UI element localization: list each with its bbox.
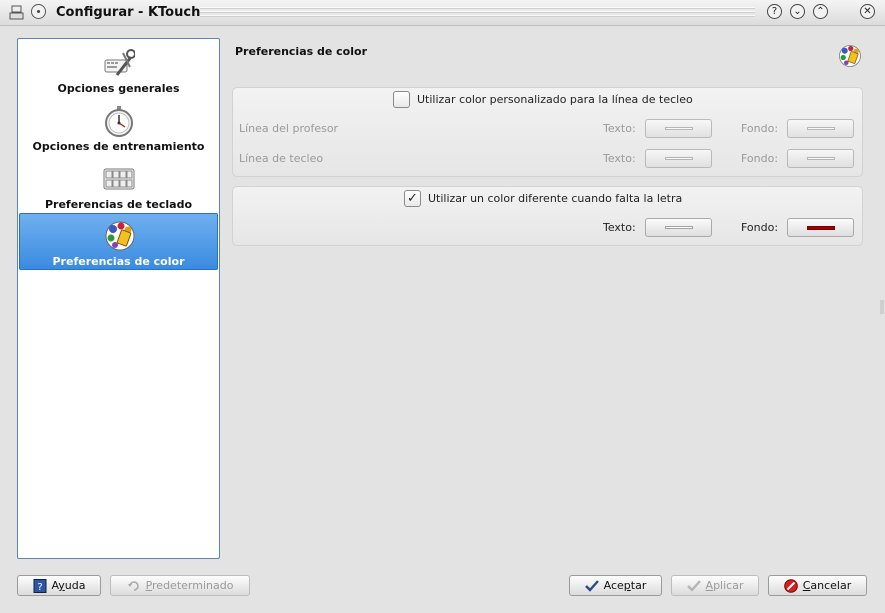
sidebar-item-keyboard-preferences[interactable]: Preferencias de teclado	[19, 157, 218, 213]
color-palette-icon	[104, 220, 136, 252]
color-palette-icon	[838, 44, 862, 68]
resize-handle[interactable]	[880, 300, 884, 314]
missing-letter-text-color-button[interactable]	[645, 218, 712, 237]
sidebar-item-label: Preferencias de color	[52, 255, 185, 268]
sidebar-item-color-preferences[interactable]: Preferencias de color	[19, 213, 218, 270]
reset-icon	[127, 579, 141, 593]
text-color-label: Texto:	[603, 221, 636, 234]
typing-text-color-button[interactable]	[645, 149, 712, 168]
accept-button-label: Aceptar	[603, 579, 647, 592]
text-color-label: Texto:	[603, 152, 636, 165]
teacher-line-label: Línea del profesor	[239, 122, 339, 135]
custom-color-checkbox[interactable]	[393, 91, 410, 108]
sidebar-item-general-options[interactable]: Opciones generales	[19, 41, 218, 97]
color-swatch	[665, 127, 693, 130]
typing-background-color-button[interactable]	[787, 149, 854, 168]
sidebar-item-label: Opciones generales	[57, 82, 180, 95]
sidebar-item-training-options[interactable]: Opciones de entrenamiento	[19, 99, 218, 155]
apply-button-label: Aplicar	[705, 579, 744, 592]
close-icon[interactable]: ✕	[860, 4, 875, 19]
accept-button[interactable]: Aceptar	[569, 575, 662, 596]
general-options-icon	[103, 47, 136, 79]
color-swatch	[807, 127, 835, 130]
title-bar[interactable]: Configurar - KTouch ? ⌄ ⌃ ✕	[0, 0, 885, 26]
color-swatch	[807, 226, 835, 230]
help-icon[interactable]: ?	[767, 4, 782, 19]
checkmark-icon	[584, 579, 599, 593]
background-color-label: Fondo:	[741, 122, 779, 135]
page-title: Preferencias de color	[235, 45, 367, 58]
custom-color-group: Utilizar color personalizado para la lín…	[232, 87, 863, 177]
stopwatch-icon	[103, 105, 135, 137]
keyboard-icon	[103, 163, 135, 195]
teacher-background-color-button[interactable]	[787, 119, 854, 138]
typing-line-label: Línea de tecleo	[239, 152, 324, 165]
missing-letter-checkbox[interactable]: ✓	[404, 190, 421, 207]
sidebar-item-label: Opciones de entrenamiento	[32, 140, 205, 153]
cancel-button-label: Cancelar	[802, 579, 852, 592]
help-button[interactable]: ? Ayuda	[17, 575, 101, 596]
window-menu-icon[interactable]	[31, 4, 46, 19]
text-color-label: Texto:	[603, 122, 636, 135]
teacher-text-color-button[interactable]	[645, 119, 712, 138]
cancel-button[interactable]: Cancelar	[768, 575, 867, 596]
svg-text:?: ?	[37, 582, 42, 593]
background-color-label: Fondo:	[741, 221, 779, 234]
window-title: Configurar - KTouch	[56, 5, 201, 20]
help-button-label: Ayuda	[51, 579, 86, 592]
sidebar: Opciones generales Opciones de entrenami…	[17, 38, 220, 559]
maximize-icon[interactable]: ⌃	[813, 4, 828, 19]
missing-letter-background-color-button[interactable]	[787, 218, 854, 237]
titlebar-decoration	[200, 7, 755, 19]
missing-letter-checkbox-label: Utilizar un color diferente cuando falta…	[428, 192, 683, 205]
color-swatch	[807, 157, 835, 160]
color-swatch	[665, 226, 693, 229]
checkmark-icon	[686, 579, 701, 593]
missing-letter-color-group: ✓ Utilizar un color diferente cuando fal…	[232, 186, 863, 246]
sidebar-item-label: Preferencias de teclado	[44, 198, 193, 211]
custom-color-checkbox-label: Utilizar color personalizado para la lín…	[417, 93, 693, 106]
minimize-icon[interactable]: ⌄	[790, 4, 805, 19]
defaults-button-label: Predeterminado	[145, 579, 234, 592]
defaults-button[interactable]: Predeterminado	[110, 575, 250, 596]
color-swatch	[665, 157, 693, 160]
cancel-icon	[783, 578, 798, 593]
background-color-label: Fondo:	[741, 152, 779, 165]
apply-button[interactable]: Aplicar	[671, 575, 759, 596]
help-book-icon: ?	[33, 578, 47, 593]
app-icon[interactable]	[8, 4, 25, 21]
